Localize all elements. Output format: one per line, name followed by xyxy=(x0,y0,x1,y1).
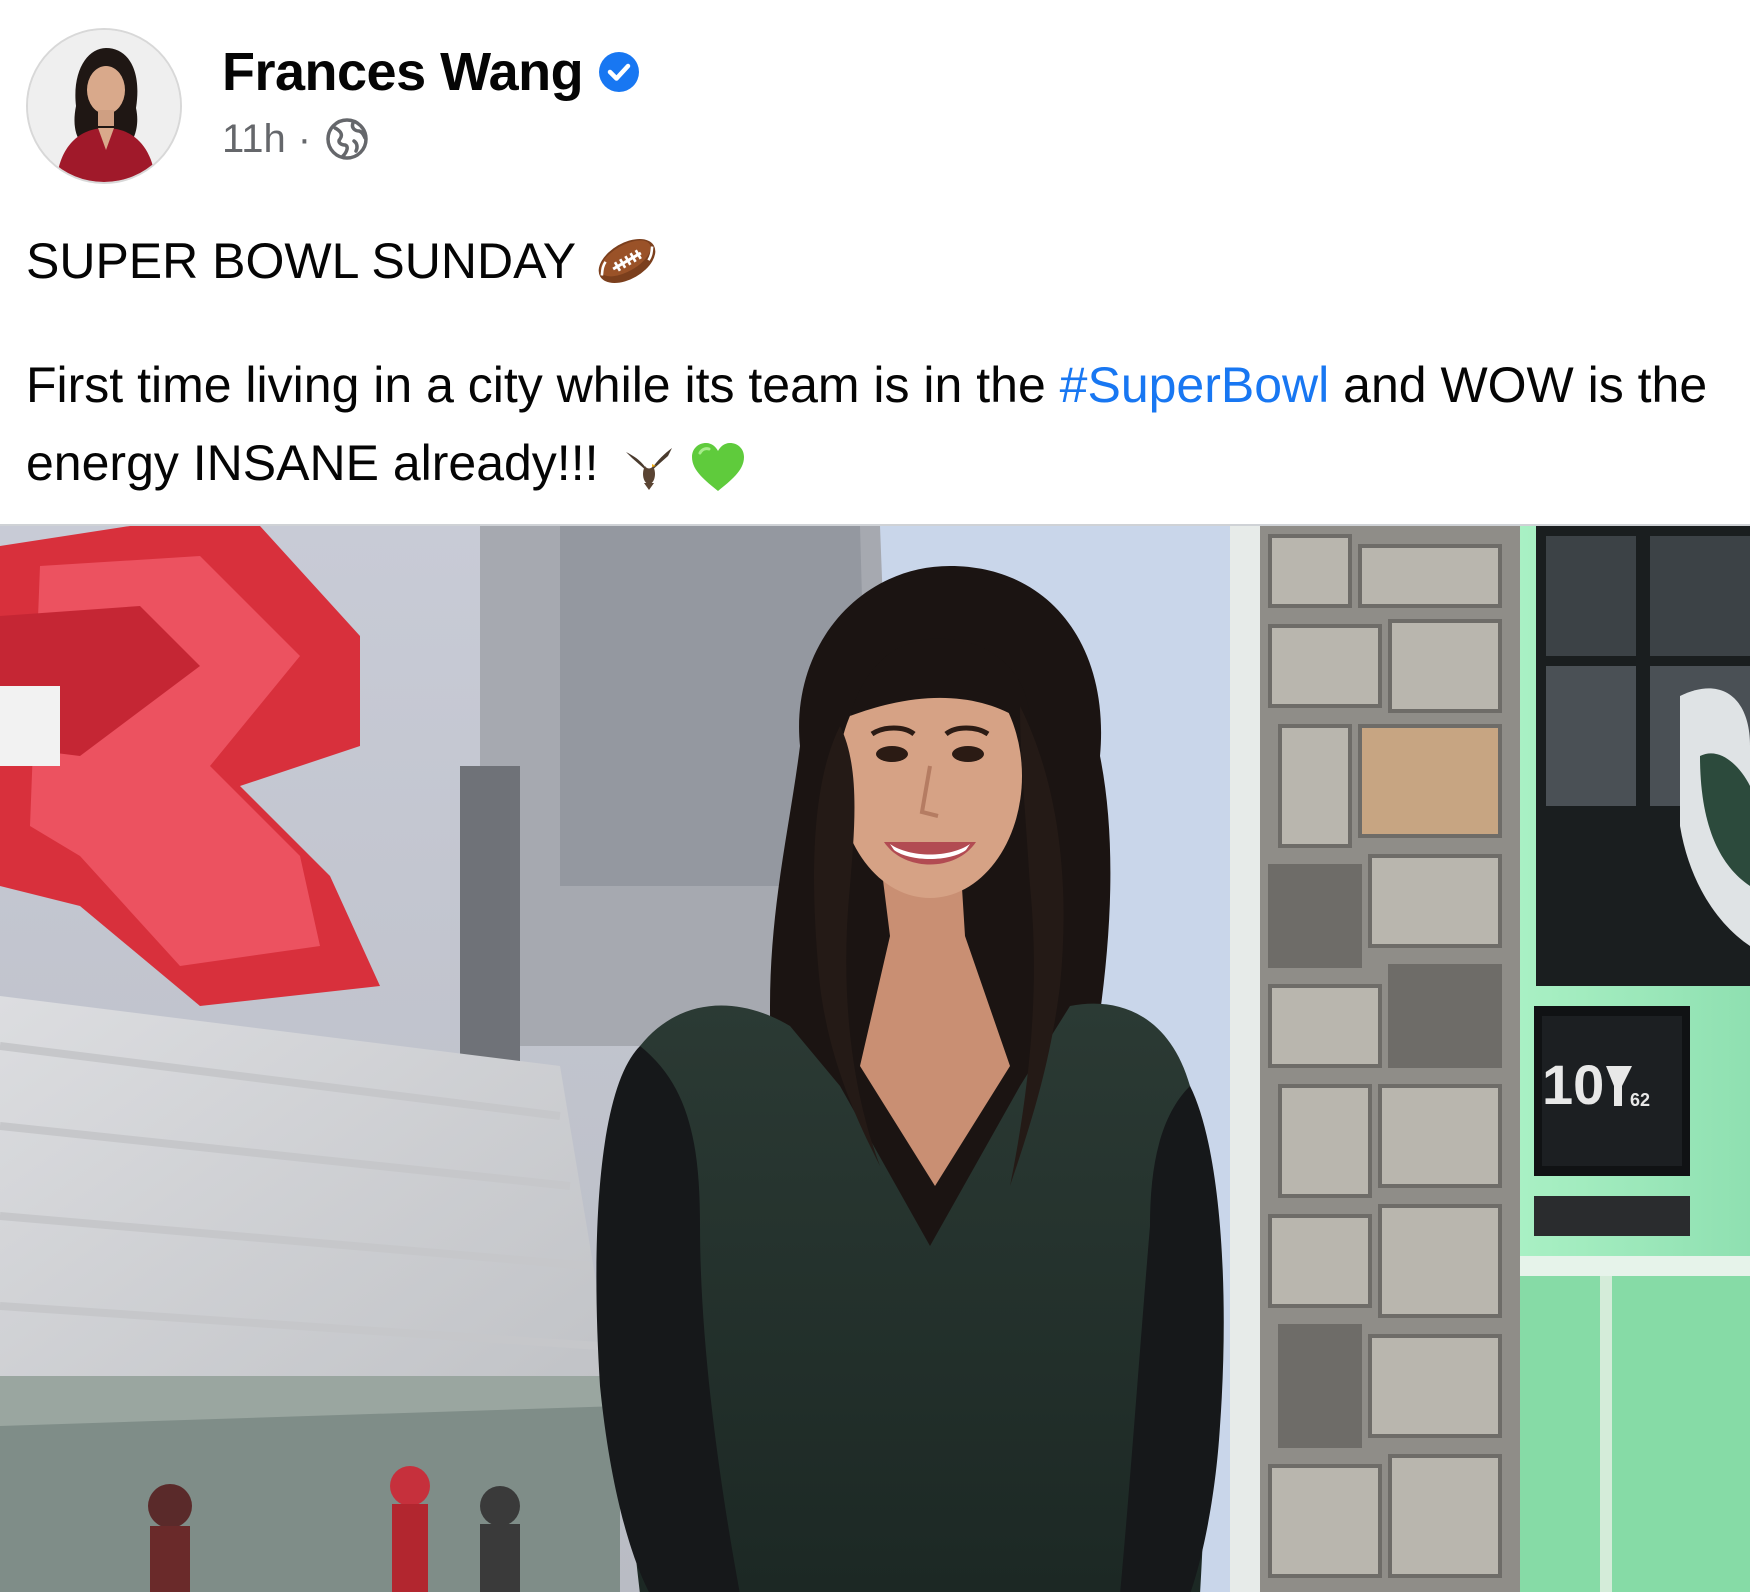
green-heart-emoji-icon xyxy=(692,442,745,491)
avatar-image xyxy=(28,30,180,182)
american-football-emoji-icon xyxy=(598,239,656,283)
tv-channel-number: 10 xyxy=(1542,1053,1604,1116)
eagle-emoji-icon xyxy=(626,447,673,490)
globe-icon[interactable] xyxy=(323,115,371,163)
author-avatar[interactable] xyxy=(26,28,182,184)
post-title-line: SUPER BOWL SUNDAY xyxy=(26,222,1726,300)
meta-separator: · xyxy=(297,116,312,161)
post-body: First time living in a city while its te… xyxy=(26,346,1726,502)
post-title: SUPER BOWL SUNDAY xyxy=(26,233,577,289)
post-photo[interactable]: 10 62 xyxy=(0,524,1750,1592)
author-block: Frances Wang 11h · xyxy=(222,41,641,163)
post-text: SUPER BOWL SUNDAY First time living in a… xyxy=(26,222,1726,502)
photo-image: 10 62 xyxy=(0,526,1750,1592)
verified-badge-icon xyxy=(599,52,640,92)
post-time[interactable]: 11h xyxy=(222,117,286,162)
post-header: Frances Wang 11h · xyxy=(26,28,641,184)
post-body-text-1: First time living in a city while its te… xyxy=(26,357,1060,413)
hashtag-link[interactable]: #SuperBowl xyxy=(1060,357,1330,413)
author-name[interactable]: Frances Wang xyxy=(222,41,584,103)
tv-sub-number: 62 xyxy=(1630,1090,1650,1110)
